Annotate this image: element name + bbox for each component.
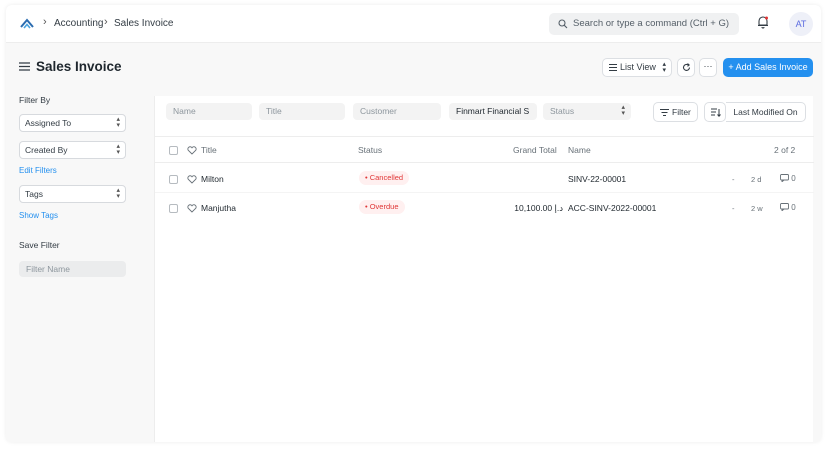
search-bar[interactable]: Search or type a command (Ctrl + G)	[549, 13, 739, 35]
list-view-label: List View	[620, 62, 656, 72]
heart-icon[interactable]	[187, 175, 197, 184]
list-panel: Name Title Customer Finmart Financial S …	[154, 96, 814, 442]
updown-chevron-icon: ▴ ▾	[116, 143, 120, 156]
row-assignee: -	[732, 204, 735, 213]
refresh-button[interactable]	[677, 58, 695, 77]
row-modified: 2 w	[751, 204, 763, 213]
navbar: › Accounting › Sales Invoice Search or t…	[6, 5, 821, 43]
name-filter-input[interactable]: Name	[166, 103, 252, 120]
comment-count[interactable]: 0	[780, 174, 796, 183]
sort-icon	[711, 108, 721, 117]
tags-dropdown[interactable]: Tags ▴ ▾	[19, 185, 126, 203]
more-options-button[interactable]: ···	[699, 58, 717, 77]
comment-icon	[780, 174, 789, 183]
divider	[155, 162, 814, 163]
row-title[interactable]: Manjutha	[201, 203, 236, 213]
page-title: Sales Invoice	[36, 59, 122, 74]
sidebar-toggle-icon[interactable]	[19, 62, 30, 71]
filter-icon	[660, 109, 669, 116]
sort-direction-button[interactable]	[704, 102, 726, 122]
chevron-right-icon: ›	[43, 16, 47, 28]
heart-icon[interactable]	[187, 204, 197, 213]
status-badge: • Cancelled	[359, 171, 410, 185]
comment-count-value: 0	[791, 203, 796, 212]
created-by-label: Created By	[25, 145, 68, 155]
breadcrumb-accounting[interactable]: Accounting	[54, 18, 103, 29]
sort-by-button[interactable]: Last Modified On	[726, 102, 806, 122]
divider	[155, 192, 814, 193]
column-header-name[interactable]: Name	[568, 145, 591, 155]
status-text: Cancelled	[369, 173, 404, 182]
row-assignee: -	[732, 175, 735, 184]
row-checkbox[interactable]	[169, 204, 178, 213]
column-header-grand-total[interactable]: Grand Total	[513, 145, 557, 155]
filter-name-input[interactable]: Filter Name	[19, 261, 126, 277]
status-text: Overdue	[369, 202, 399, 211]
notification-bell-icon[interactable]	[757, 15, 769, 29]
row-title[interactable]: Milton	[201, 174, 224, 184]
search-placeholder: Search or type a command (Ctrl + G)	[573, 18, 730, 29]
breadcrumb-sales-invoice[interactable]: Sales Invoice	[114, 18, 173, 29]
app-window: › Accounting › Sales Invoice Search or t…	[6, 5, 821, 442]
chevron-right-icon: ›	[104, 16, 108, 28]
filter-button[interactable]: Filter	[653, 102, 698, 122]
row-checkbox[interactable]	[169, 175, 178, 184]
refresh-icon	[682, 63, 691, 71]
app-logo-icon[interactable]	[19, 16, 35, 32]
filter-label: Filter	[672, 107, 691, 117]
row-name[interactable]: SINV-22-00001	[568, 174, 626, 184]
row-grand-total: 10,100.00 د.إ	[514, 203, 563, 213]
status-filter-placeholder: Status	[550, 106, 575, 116]
column-header-status[interactable]: Status	[358, 145, 382, 155]
row-name[interactable]: ACC-SINV-2022-00001	[568, 203, 656, 213]
search-icon	[558, 19, 568, 29]
column-header-title[interactable]: Title	[201, 145, 217, 155]
company-filter-input[interactable]: Finmart Financial S	[449, 103, 537, 120]
comment-count-value: 0	[791, 174, 796, 183]
updown-chevron-icon: ▴ ▾	[662, 61, 666, 74]
tags-label: Tags	[25, 189, 43, 199]
record-count: 2 of 2	[774, 145, 796, 155]
title-filter-input[interactable]: Title	[259, 103, 345, 120]
status-filter-select[interactable]: Status ▴ ▾	[543, 103, 631, 120]
status-badge: • Overdue	[359, 200, 405, 214]
show-tags-link[interactable]: Show Tags	[19, 211, 58, 220]
divider	[155, 136, 814, 137]
save-filter-heading: Save Filter	[19, 240, 60, 250]
heart-icon[interactable]	[187, 146, 197, 155]
add-sales-invoice-button[interactable]: + Add Sales Invoice	[723, 58, 813, 77]
comment-icon	[780, 203, 789, 212]
comment-count[interactable]: 0	[780, 203, 796, 212]
edit-filters-link[interactable]: Edit Filters	[19, 166, 57, 175]
filter-by-heading: Filter By	[19, 95, 51, 105]
updown-chevron-icon: ▴ ▾	[621, 104, 625, 117]
user-avatar[interactable]: AT	[789, 12, 813, 36]
created-by-dropdown[interactable]: Created By ▴ ▾	[19, 141, 126, 159]
select-all-checkbox[interactable]	[169, 146, 178, 155]
assigned-to-label: Assigned To	[25, 118, 72, 128]
customer-filter-input[interactable]: Customer	[353, 103, 441, 120]
list-icon	[609, 64, 617, 71]
row-modified: 2 d	[751, 175, 762, 184]
assigned-to-dropdown[interactable]: Assigned To ▴ ▾	[19, 114, 126, 132]
updown-chevron-icon: ▴ ▾	[116, 187, 120, 200]
updown-chevron-icon: ▴ ▾	[116, 116, 120, 129]
list-view-switcher[interactable]: List View ▴ ▾	[602, 58, 672, 77]
